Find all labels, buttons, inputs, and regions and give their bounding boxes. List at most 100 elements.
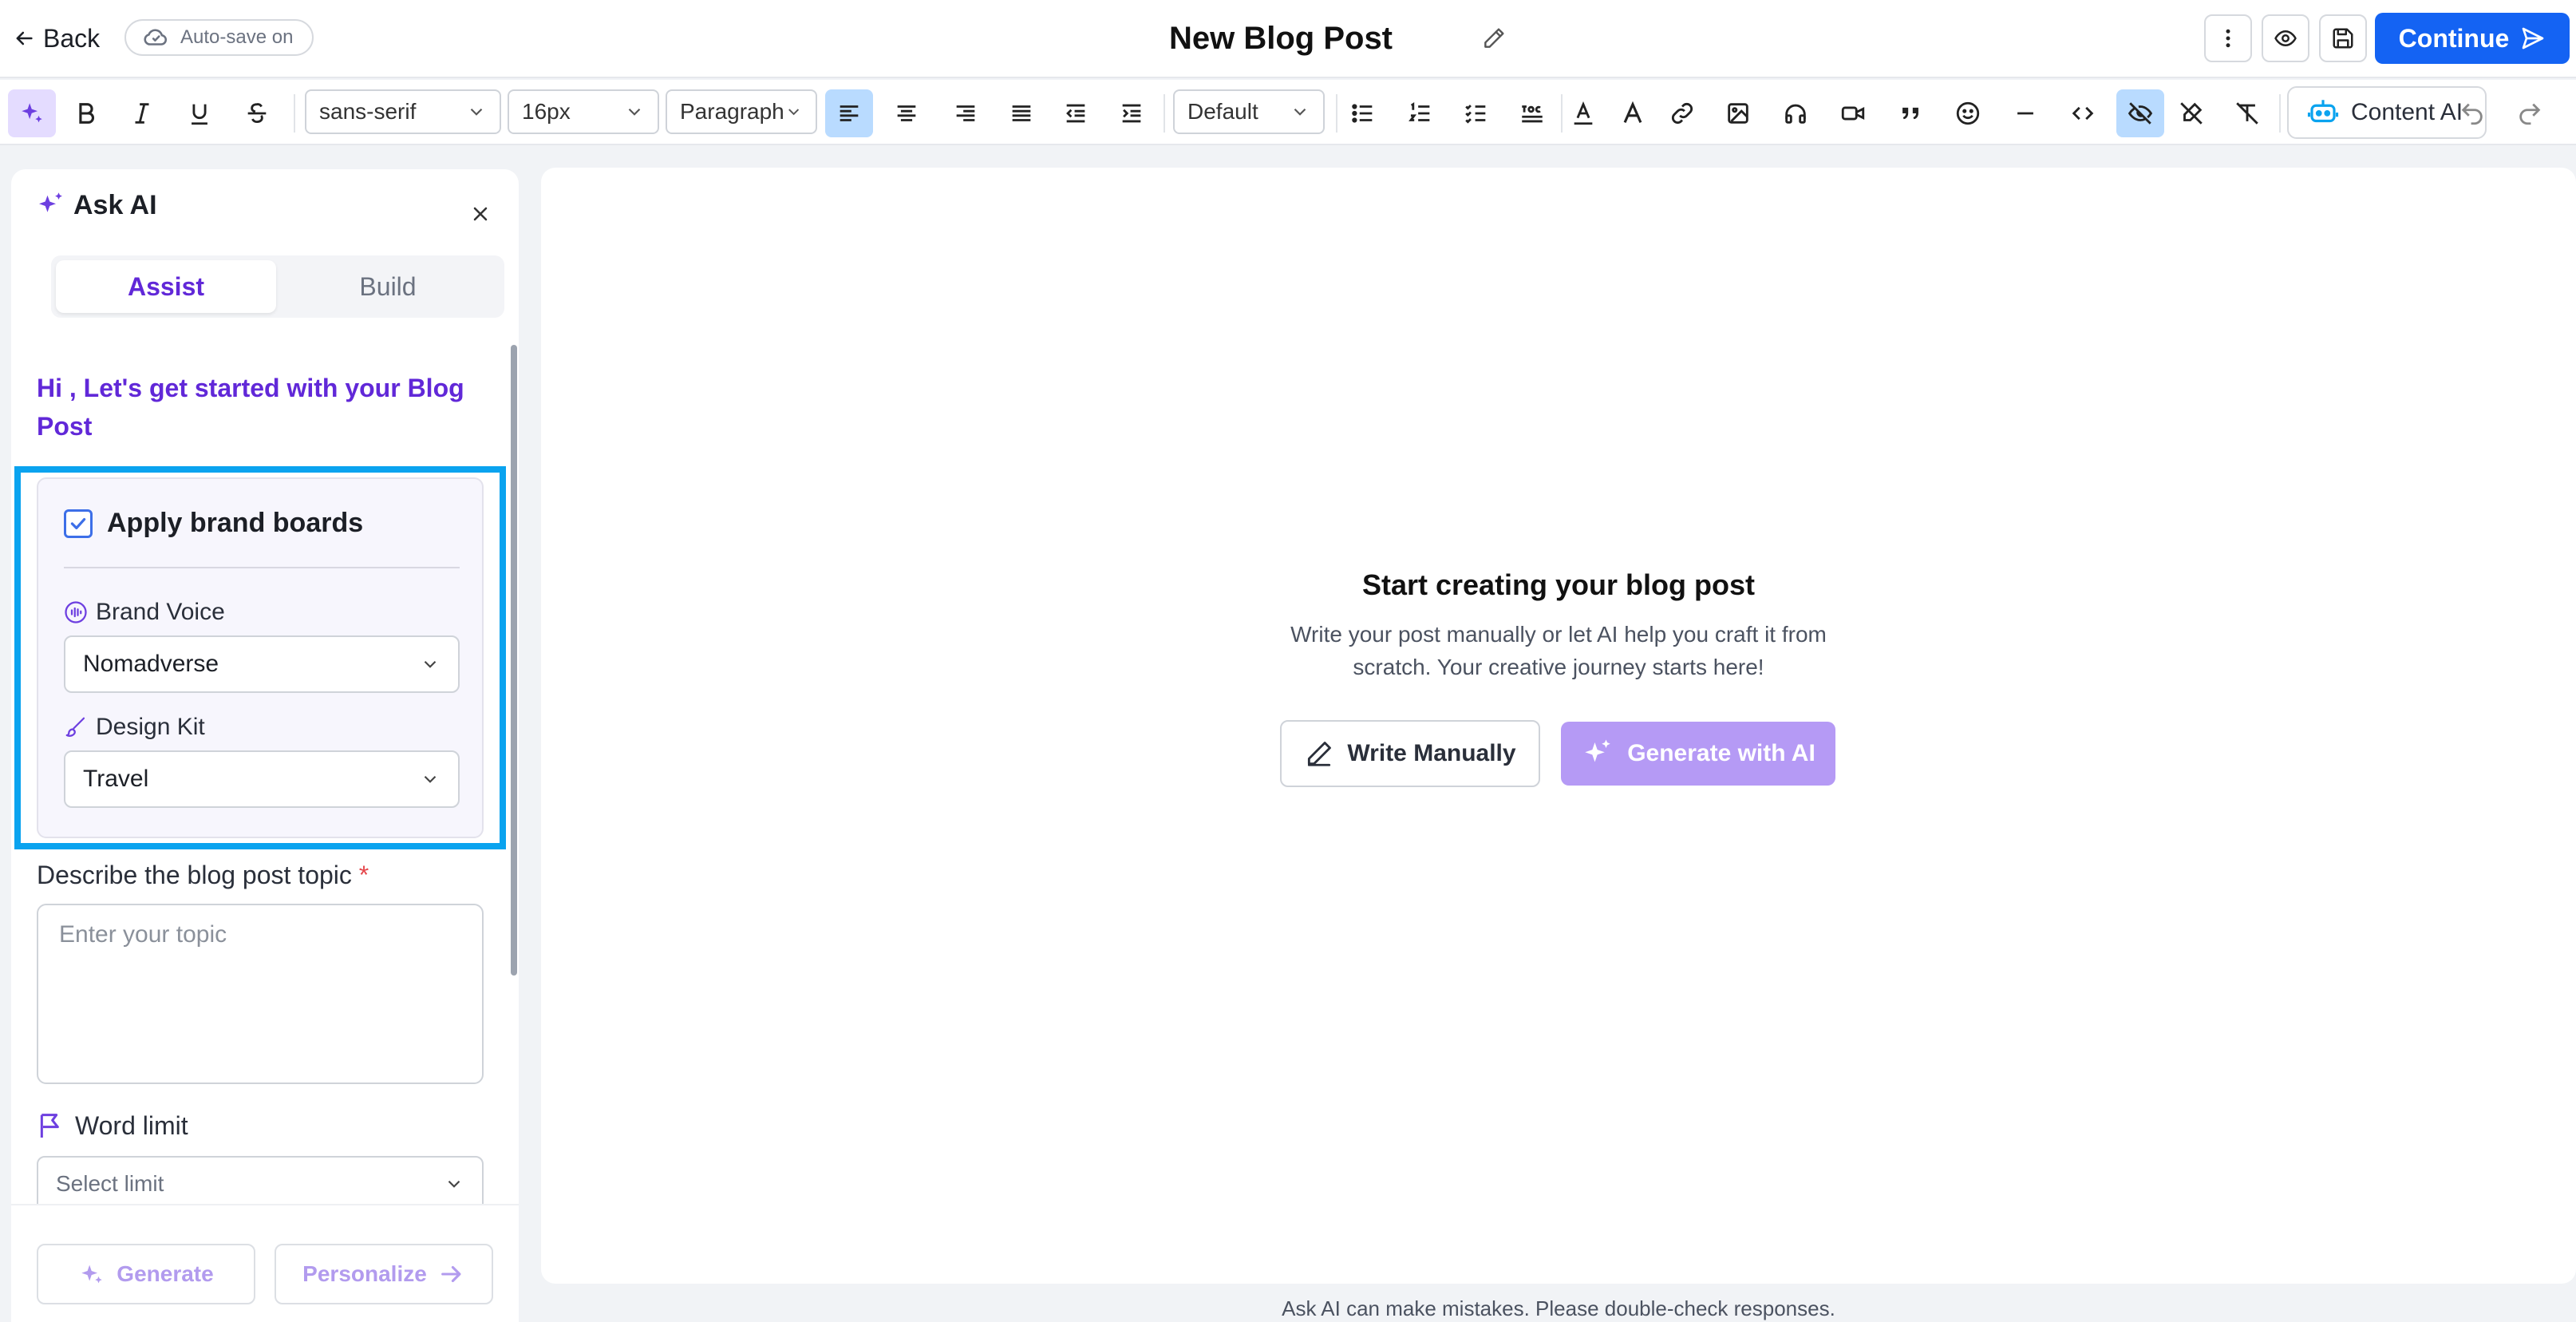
align-left-icon: [840, 105, 859, 121]
cloud-icon: [144, 29, 168, 46]
chevron-down-icon: [628, 108, 641, 116]
word-limit-placeholder: Select limit: [56, 1171, 164, 1196]
indent-button[interactable]: [1108, 89, 1156, 137]
tab-assist[interactable]: Assist: [56, 260, 276, 313]
close-icon: [473, 207, 488, 221]
clear-format-button[interactable]: [2167, 89, 2215, 137]
generate-label: Generate: [117, 1261, 214, 1286]
remove-format-button[interactable]: [2223, 89, 2271, 137]
font-family-select[interactable]: sans-serif: [305, 89, 501, 134]
align-justify-button[interactable]: [998, 89, 1045, 137]
write-manually-button[interactable]: Write Manually: [1280, 720, 1540, 787]
link-icon: [1671, 102, 1693, 125]
continue-label: Continue: [2398, 23, 2510, 53]
close-panel-button[interactable]: [464, 198, 496, 230]
chevron-down-icon: [788, 109, 799, 116]
continue-button[interactable]: Continue: [2375, 13, 2570, 64]
table-of-contents-button[interactable]: [1508, 89, 1556, 137]
panel-header: Ask AI: [34, 188, 157, 222]
topic-label-text: Describe the blog post topic: [37, 861, 352, 889]
quote-icon: [1902, 107, 1918, 120]
toc-icon: [1522, 105, 1543, 123]
flag-icon: [40, 1114, 59, 1138]
audio-button[interactable]: [1772, 89, 1819, 137]
align-justify-icon: [1012, 105, 1031, 121]
italic-button[interactable]: [118, 89, 166, 137]
strikethrough-button[interactable]: [233, 89, 281, 137]
align-center-button[interactable]: [883, 89, 930, 137]
text-color-icon: [1574, 101, 1593, 125]
align-center-icon: [897, 105, 916, 121]
font-family-value: sans-serif: [319, 99, 417, 124]
sparkles-icon: [1585, 739, 1610, 762]
content-ai-label: Content AI: [2351, 99, 2463, 125]
image-button[interactable]: [1714, 89, 1762, 137]
send-icon: [2522, 27, 2544, 49]
editor-canvas[interactable]: Start creating your blog post Write your…: [541, 168, 2576, 1284]
underline-button[interactable]: [176, 89, 223, 137]
text-style-select[interactable]: Default: [1173, 89, 1325, 134]
greeting-text: Hi , Let's get started with your Blog Po…: [37, 374, 464, 441]
preview-button[interactable]: [2262, 14, 2309, 62]
toolbar-divider: [1336, 94, 1337, 133]
word-limit-text: Word limit: [75, 1110, 188, 1140]
panel-tabs: Assist Build: [51, 255, 504, 318]
redo-button[interactable]: [2506, 89, 2554, 137]
more-vertical-icon: [2226, 29, 2230, 48]
chevron-down-icon: [1294, 108, 1306, 116]
eye-off-icon: [2128, 102, 2153, 125]
sparkles-icon: [81, 1265, 103, 1284]
bold-button[interactable]: [62, 89, 110, 137]
video-icon: [1841, 106, 1865, 121]
panel-title: Ask AI: [73, 189, 157, 220]
text-color-button[interactable]: [1559, 89, 1607, 137]
ai-disclaimer: Ask AI can make mistakes. Please double-…: [1282, 1296, 1835, 1320]
video-button[interactable]: [1829, 89, 1877, 137]
write-manually-label: Write Manually: [1347, 740, 1516, 766]
personalize-button[interactable]: Personalize: [275, 1244, 493, 1304]
align-left-button[interactable]: [825, 89, 873, 137]
highlight-frame: [14, 466, 506, 849]
undo-button[interactable]: [2448, 89, 2496, 137]
back-label: Back: [43, 23, 101, 53]
page-title: New Blog Post: [1168, 21, 1393, 56]
panel-scrollbar[interactable]: [511, 345, 517, 976]
more-options-button[interactable]: [2204, 14, 2252, 62]
back-button[interactable]: Back: [13, 18, 100, 59]
toolbar-divider: [1164, 94, 1165, 133]
hide-button[interactable]: [2116, 89, 2164, 137]
align-right-button[interactable]: [942, 89, 990, 137]
align-right-icon: [956, 105, 975, 121]
highlight-button[interactable]: [1609, 89, 1657, 137]
numbered-list-button[interactable]: [1397, 89, 1444, 137]
ai-toggle-button[interactable]: [8, 89, 56, 137]
font-size-select[interactable]: 16px: [508, 89, 659, 134]
code-icon: [2072, 106, 2094, 121]
checklist-button[interactable]: [1452, 89, 1500, 137]
topic-label: Describe the blog post topic *: [37, 861, 369, 890]
save-button[interactable]: [2319, 14, 2367, 62]
generate-with-ai-button[interactable]: Generate with AI: [1561, 722, 1835, 786]
underline-icon: [192, 104, 207, 125]
code-button[interactable]: [2059, 89, 2107, 137]
format-toolbar: sans-serif 16px Paragraph Default Conten…: [0, 80, 2576, 145]
generate-with-ai-label: Generate with AI: [1627, 740, 1815, 766]
outdent-button[interactable]: [1052, 89, 1100, 137]
block-style-value: Paragraph: [680, 99, 784, 124]
checklist-icon: [1465, 105, 1486, 124]
quote-button[interactable]: [1887, 89, 1934, 137]
empty-state-description: Write your post manually or let AI help …: [1290, 622, 1827, 679]
block-style-select[interactable]: Paragraph: [666, 89, 817, 134]
generate-button[interactable]: Generate: [37, 1244, 255, 1304]
headphones-icon: [1785, 104, 1806, 124]
tab-build[interactable]: Build: [278, 260, 498, 313]
bullet-list-button[interactable]: [1339, 89, 1387, 137]
robot-icon: [2307, 100, 2339, 123]
link-button[interactable]: [1658, 89, 1706, 137]
strikethrough-icon: [247, 103, 267, 124]
divider-button[interactable]: [2001, 89, 2049, 137]
pencil-icon: [1484, 28, 1504, 48]
topic-input[interactable]: [37, 904, 484, 1084]
emoji-button[interactable]: [1944, 89, 1992, 137]
edit-title-button[interactable]: [1478, 22, 1510, 54]
